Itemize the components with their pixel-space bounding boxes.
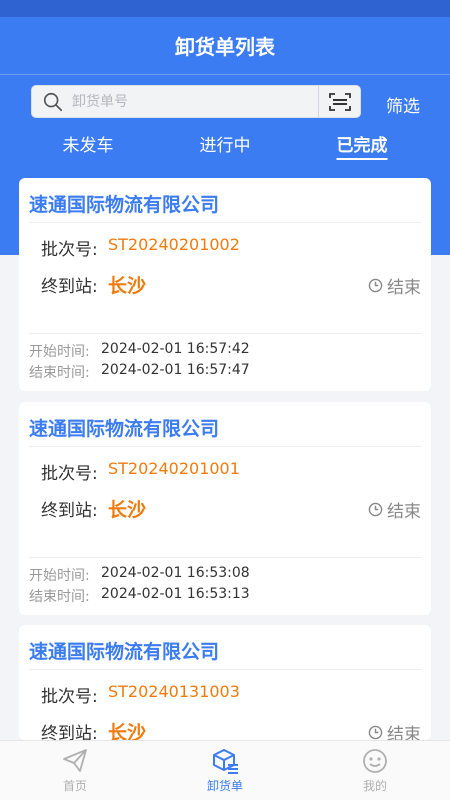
end-time: 2024-02-01 16:53:13 xyxy=(101,586,250,602)
station-label: 终到站: xyxy=(41,501,98,521)
tab-in-progress[interactable]: 进行中 xyxy=(200,131,251,158)
batch-number: ST20240131003 xyxy=(108,682,240,701)
search-icon xyxy=(43,92,63,111)
tab-not-departed[interactable]: 未发车 xyxy=(63,131,114,158)
status-tabs: 未发车 进行中 已完成 xyxy=(0,128,450,160)
status-text: 结束 xyxy=(387,278,421,298)
clock-icon xyxy=(368,278,383,293)
divider xyxy=(29,222,421,223)
scan-button[interactable] xyxy=(318,86,360,117)
company-name: 速通国际物流有限公司 xyxy=(29,418,220,440)
tab-completed[interactable]: 已完成 xyxy=(336,131,388,160)
nav-mine[interactable]: 我的 xyxy=(335,747,415,794)
destination-station: 长沙 xyxy=(108,499,147,521)
nav-unloading-label: 卸货单 xyxy=(206,779,243,793)
end-time-label: 结束时间: xyxy=(29,365,90,381)
paper-plane-icon xyxy=(63,749,87,772)
list-item[interactable]: 速通国际物流有限公司 批次号: ST20240131003 终到站: 长沙 结束 xyxy=(19,625,431,745)
status-text: 结束 xyxy=(387,502,421,522)
end-time: 2024-02-01 16:57:47 xyxy=(101,362,250,378)
start-time: 2024-02-01 16:53:08 xyxy=(101,565,250,581)
list-item[interactable]: 速通国际物流有限公司 批次号: ST20240201001 终到站: 长沙 结束… xyxy=(19,402,431,615)
start-time-label: 开始时间: xyxy=(29,344,90,360)
batch-label: 批次号: xyxy=(41,464,98,484)
page-title: 卸货单列表 xyxy=(0,17,450,75)
status-badge: 结束 xyxy=(368,497,421,522)
company-name: 速通国际物流有限公司 xyxy=(29,641,220,663)
batch-label: 批次号: xyxy=(41,687,98,707)
clock-icon xyxy=(368,725,383,740)
status-badge: 结束 xyxy=(368,273,421,298)
divider xyxy=(29,669,421,670)
divider xyxy=(29,446,421,447)
filter-button[interactable]: 筛选 xyxy=(386,92,420,117)
search-input[interactable] xyxy=(72,86,318,117)
end-time-label: 结束时间: xyxy=(29,589,90,605)
divider xyxy=(29,557,421,558)
status-bar xyxy=(0,0,450,17)
start-time-label: 开始时间: xyxy=(29,568,90,584)
destination-station: 长沙 xyxy=(108,275,147,297)
nav-home-label: 首页 xyxy=(62,779,87,793)
search-box[interactable] xyxy=(31,85,361,118)
company-name: 速通国际物流有限公司 xyxy=(29,194,220,216)
station-label: 终到站: xyxy=(41,277,98,297)
bottom-navigation: 首页 卸货单 我的 xyxy=(0,740,450,800)
clock-icon xyxy=(368,502,383,517)
package-list-icon xyxy=(213,749,238,774)
batch-label: 批次号: xyxy=(41,240,98,260)
divider xyxy=(29,333,421,334)
barcode-scan-icon xyxy=(328,92,351,111)
nav-mine-label: 我的 xyxy=(362,779,387,793)
nav-unloading[interactable]: 卸货单 xyxy=(185,747,265,794)
batch-number: ST20240201001 xyxy=(108,459,240,478)
nav-home[interactable]: 首页 xyxy=(35,747,115,794)
smiley-face-icon xyxy=(363,749,387,773)
search-row: 筛选 xyxy=(0,84,450,120)
list-item[interactable]: 速通国际物流有限公司 批次号: ST20240201002 终到站: 长沙 结束… xyxy=(19,178,431,391)
batch-number: ST20240201002 xyxy=(108,235,240,254)
start-time: 2024-02-01 16:57:42 xyxy=(101,341,250,357)
